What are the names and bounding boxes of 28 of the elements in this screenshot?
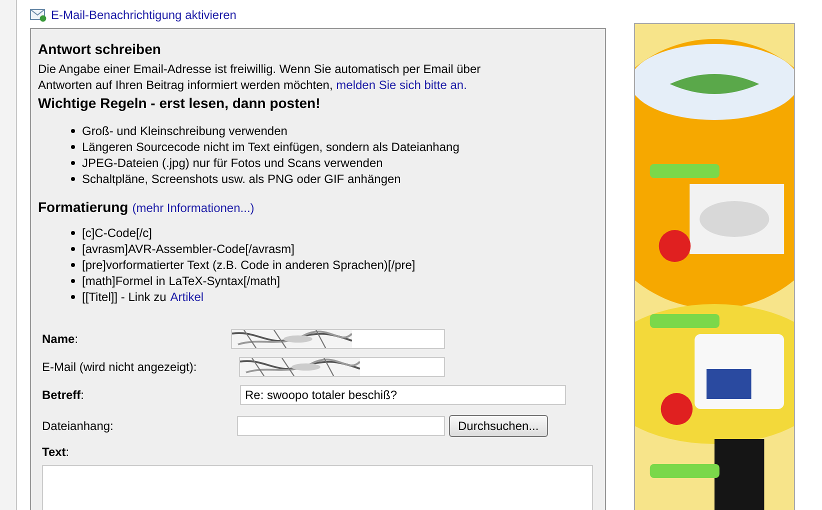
format-item: [avrasm]AVR-Assembler-Code[/avrasm] [82, 241, 294, 257]
form-title: Antwort schreiben [38, 40, 162, 59]
format-item: [pre]vorformatierter Text (z.B. Code in anderen Sprachen)[/pre] [82, 257, 416, 273]
rule-item: JPEG-Dateien (.jpg) nur für Fotos und Scans verwenden [82, 155, 383, 171]
envelope-icon [30, 8, 47, 22]
field-label: Dateianhang: [42, 419, 114, 433]
text-label: Text: [42, 445, 70, 459]
file-field[interactable] [237, 416, 445, 436]
intro-text: Die Angabe einer Email-Adresse ist freiwillig. Wenn Sie automatisch per Email über Antworten auf Ihren Beitrag informiert werden möchten, melden Sie sich bitte an. [38, 61, 482, 93]
browse-button[interactable]: Durchsuchen... [449, 415, 548, 437]
format-item: [[Titel]] - Link zu Artikel [82, 289, 204, 305]
field-label: Name: [42, 332, 78, 346]
subject-field[interactable]: Re: swoopo totaler beschiß? [240, 385, 566, 405]
rules-heading: Wichtige Regeln - erst lesen, dann posten! [38, 94, 322, 113]
notify-link[interactable]: E-Mail-Benachrichtigung aktivieren [51, 8, 236, 22]
format-item: [c]C-Code[/c] [82, 225, 152, 241]
more-info-link[interactable]: (mehr Informationen...) [132, 201, 254, 215]
rule-item: Groß- und Kleinschreibung verwenden [82, 123, 288, 139]
rule-item: Längeren Sourcecode nicht im Text einfügen, sondern als Dateianhang [82, 139, 460, 155]
login-link[interactable]: melden Sie sich bitte an. [336, 78, 467, 92]
field-label: Betreff: [42, 388, 84, 402]
rule-item: Schaltpläne, Screenshots usw. als PNG oder GIF anhängen [82, 171, 401, 187]
input-field[interactable] [231, 329, 445, 349]
field-label: E-Mail (wird nicht angezeigt): [42, 360, 197, 374]
article-link[interactable]: Artikel [170, 290, 204, 304]
format-heading: Formatierung [38, 199, 128, 215]
format-item: [math]Formel in LaTeX-Syntax[/math] [82, 273, 280, 289]
input-field[interactable] [239, 357, 445, 377]
